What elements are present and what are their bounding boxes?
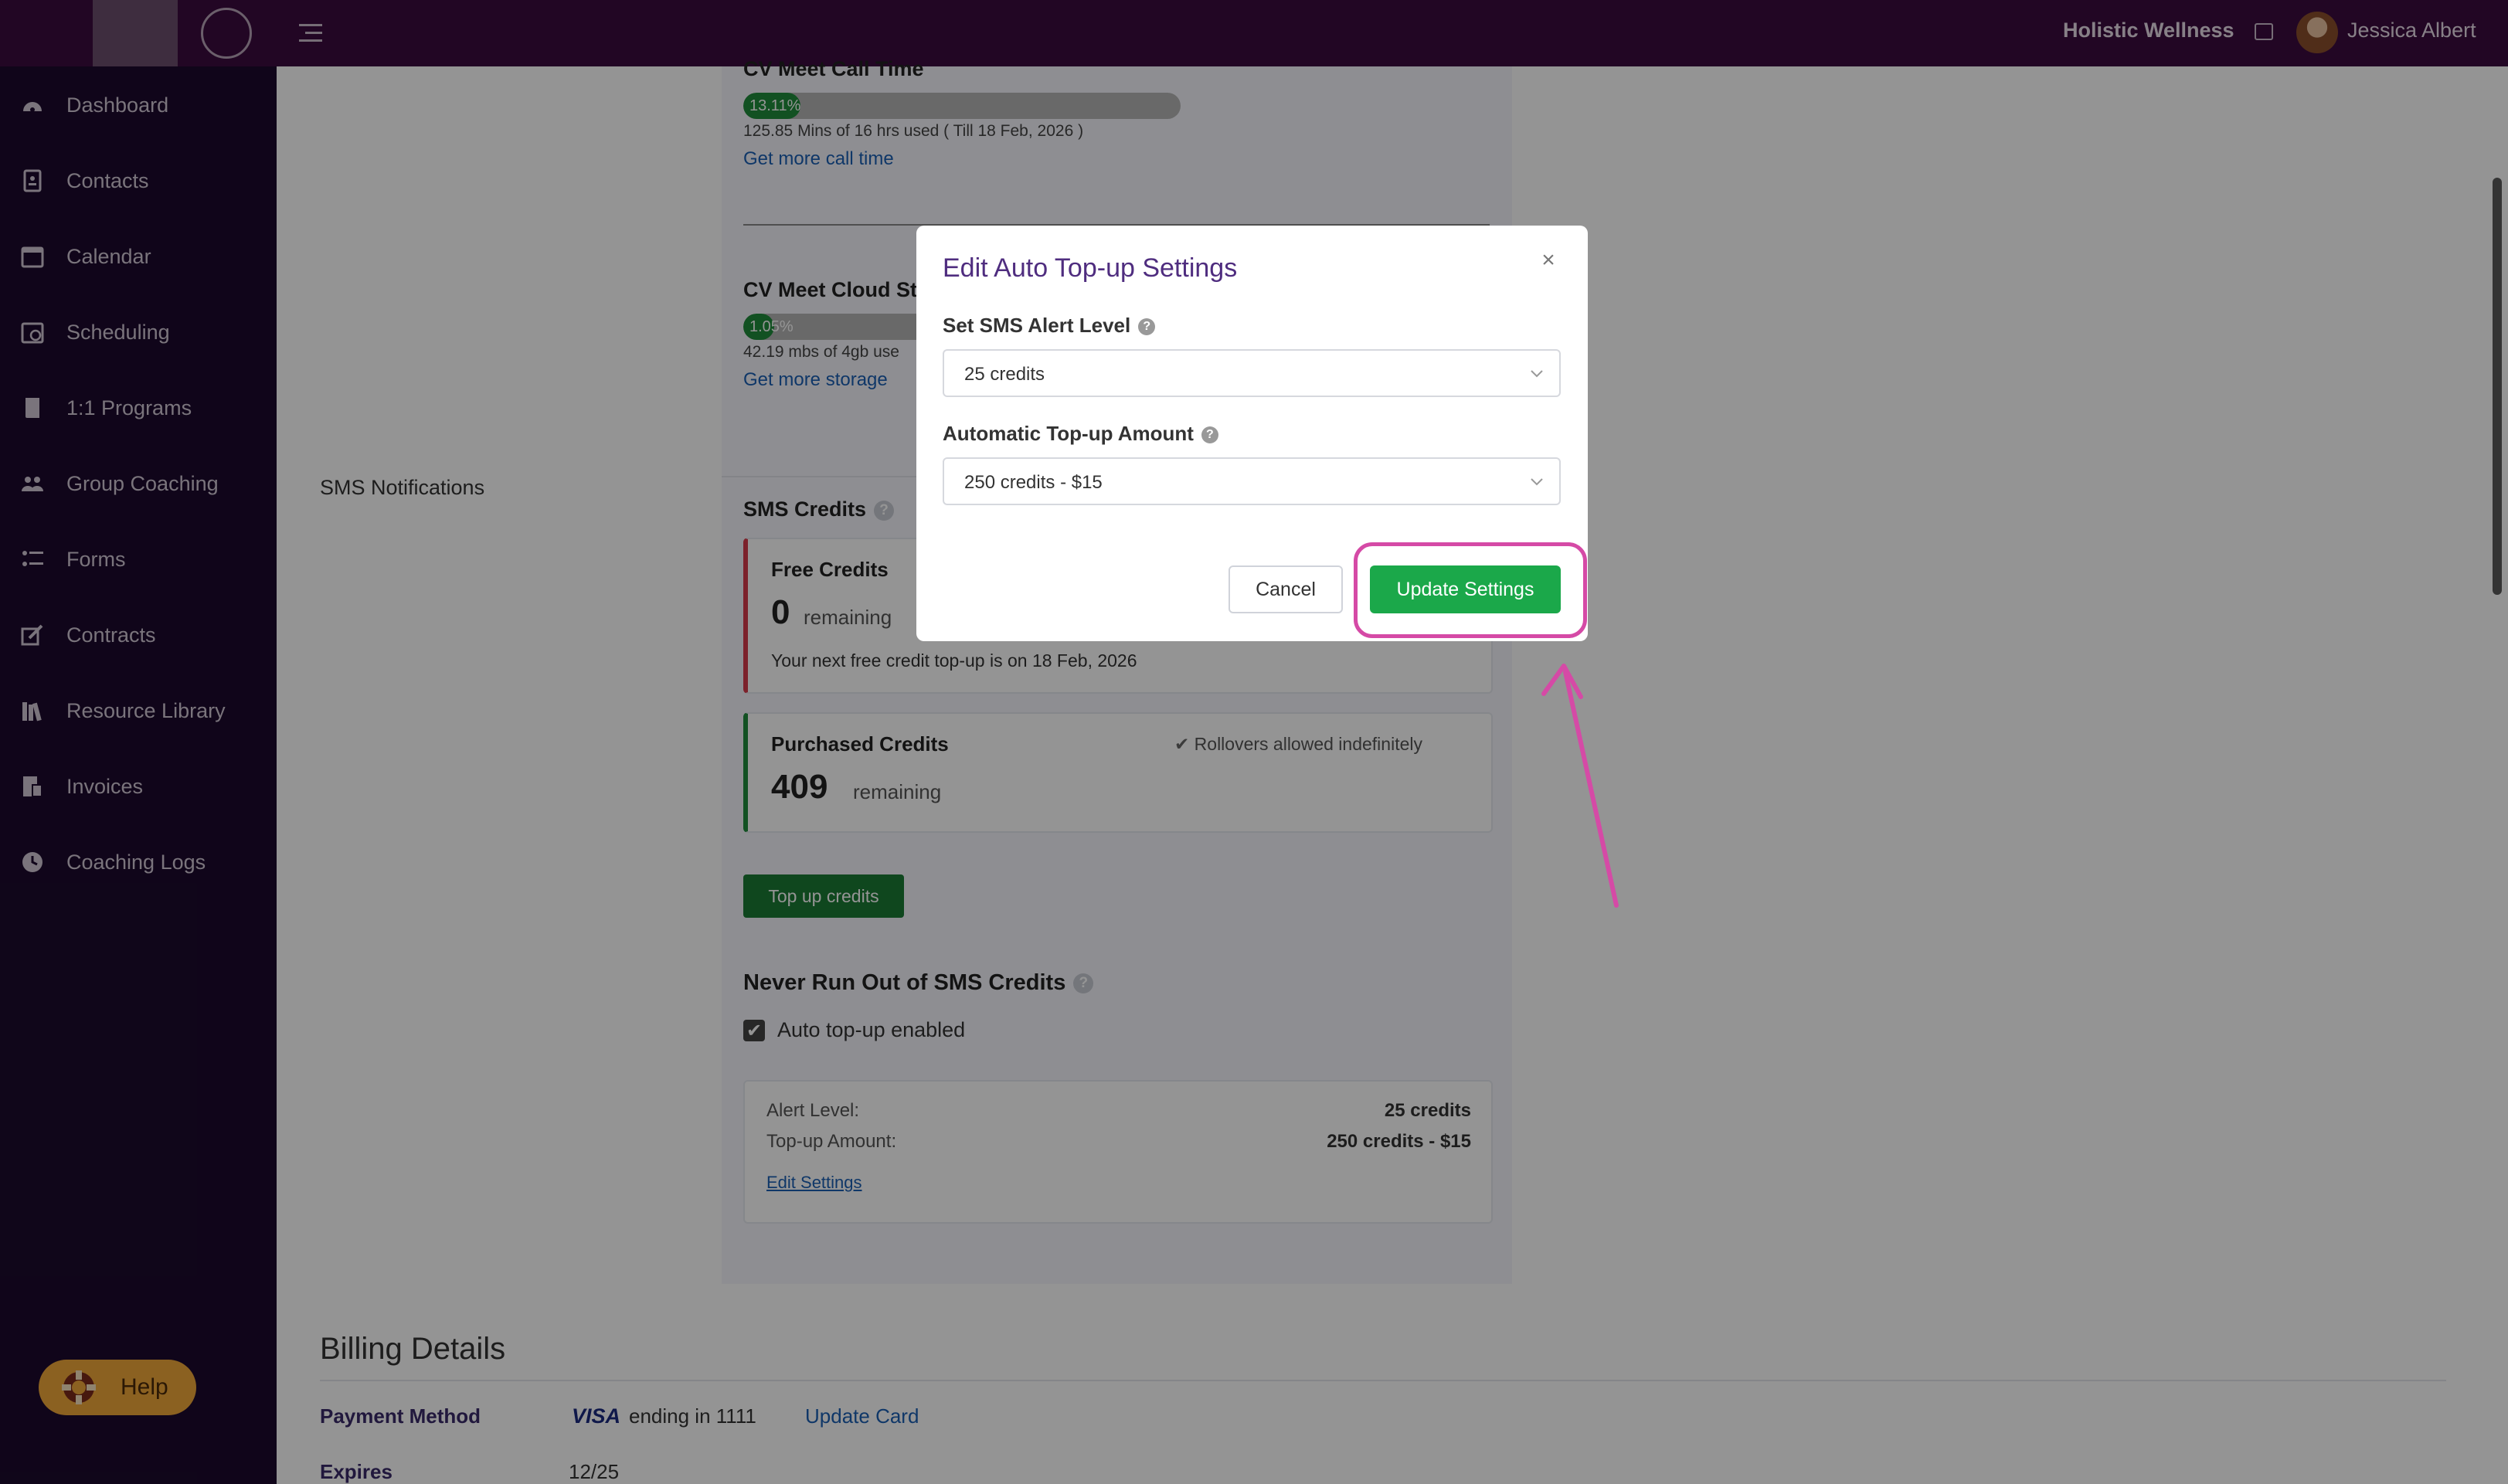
cancel-button[interactable]: Cancel [1229,565,1343,613]
chevron-down-icon [1531,370,1543,378]
modal-title: Edit Auto Top-up Settings [943,253,1238,283]
highlight-outline [1354,542,1587,638]
close-icon[interactable]: × [1537,249,1560,272]
topup-amount-label: Automatic Top-up Amount? [943,422,1218,446]
sms-alert-level-value: 25 credits [964,364,1045,385]
topup-amount-select[interactable]: 250 credits - $15 [943,457,1561,505]
sms-alert-level-label-text: Set SMS Alert Level [943,314,1131,337]
help-question-icon[interactable]: ? [1138,318,1156,336]
annotation-arrow [1541,664,1619,908]
help-question-icon[interactable]: ? [1201,426,1218,444]
sms-alert-level-select[interactable]: 25 credits [943,349,1561,397]
modal-backdrop[interactable] [0,0,2508,1484]
sms-alert-level-label: Set SMS Alert Level? [943,314,1156,338]
topup-amount-label-text: Automatic Top-up Amount [943,422,1194,445]
topup-amount-value: 250 credits - $15 [964,472,1103,493]
chevron-down-icon [1531,478,1543,486]
